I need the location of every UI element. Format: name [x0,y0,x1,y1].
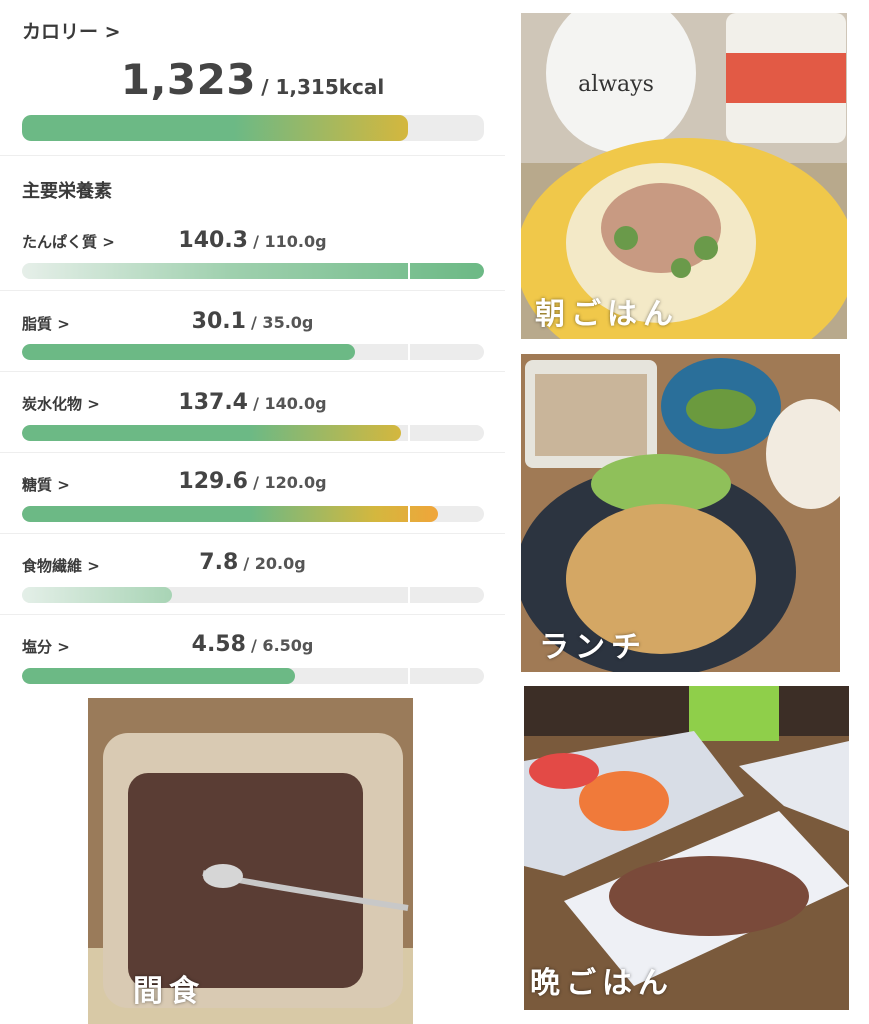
breakfast-caption: 朝ごはん [535,297,679,332]
goal-marker [408,344,410,360]
goal-marker [408,425,410,441]
calorie-progress-bar [22,115,484,141]
nutrient-progress-bar [22,668,484,684]
nutrient-progress-fill [22,668,295,684]
goal-marker [408,587,410,603]
nutrient-value: 7.8 [199,550,239,575]
calorie-link[interactable]: カロリー > [22,17,121,44]
calorie-progress-fill [22,115,408,141]
calorie-value-row: 1,323 / 1,315kcal [0,55,505,104]
nutrient-value-row: 4.58 / 6.50g [0,632,505,657]
nutrient-goal: / 120.0g [253,473,327,492]
nutrient-value-row: 129.6 / 120.0g [0,469,505,494]
nutrient-goal: / 6.50g [251,636,314,655]
nutrient-progress-bar [22,425,484,441]
nutrient-value-row: 30.1 / 35.0g [0,309,505,334]
nutrient-progress-bar [22,587,484,603]
divider [0,614,505,615]
nutrient-value: 30.1 [191,309,246,334]
nutrient-value: 137.4 [178,390,248,415]
goal-marker [408,506,410,522]
lunch-caption: ランチ [539,630,647,665]
snack-photo[interactable]: 間食 [88,698,413,1024]
divider [0,533,505,534]
nutrient-goal: / 20.0g [243,554,306,573]
snack-caption: 間食 [133,974,205,1009]
goal-marker [408,668,410,684]
nutrient-goal: / 35.0g [251,313,314,332]
nutrition-panel: カロリー > 1,323 / 1,315kcal 主要栄養素 たんぱく質 >14… [0,0,505,700]
nutrient-value-row: 7.8 / 20.0g [0,550,505,575]
nutrient-progress-fill [22,263,484,279]
lunch-photo[interactable]: ランチ [521,354,840,672]
calorie-value: 1,323 [120,55,257,104]
nutrient-progress-fill [22,587,173,603]
dinner-caption: 晩ごはん [530,966,674,1001]
breakfast-photo[interactable]: always 朝ごはん [521,13,847,339]
nutrient-progress-bar [22,344,484,360]
divider [0,452,505,453]
divider [0,290,505,291]
nutrient-progress-fill [22,506,438,522]
svg-text:always: always [578,72,654,97]
nutrient-goal: / 140.0g [253,394,327,413]
nutrient-value-row: 140.3 / 110.0g [0,228,505,253]
nutrient-value: 140.3 [178,228,248,253]
calorie-goal: / 1,315kcal [261,75,385,99]
goal-marker [408,263,410,279]
nutrient-value-row: 137.4 / 140.0g [0,390,505,415]
nutrient-progress-bar [22,506,484,522]
divider [0,155,505,156]
nutrient-goal: / 110.0g [253,232,327,251]
nutrient-progress-bar [22,263,484,279]
nutrient-progress-fill [22,344,355,360]
nutrient-value: 4.58 [191,632,246,657]
nutrient-progress-fill [22,425,401,441]
divider [0,371,505,372]
nutrient-value: 129.6 [178,469,248,494]
dinner-photo[interactable]: 晩ごはん [524,686,849,1010]
nutrients-section-title: 主要栄養素 [22,181,112,202]
